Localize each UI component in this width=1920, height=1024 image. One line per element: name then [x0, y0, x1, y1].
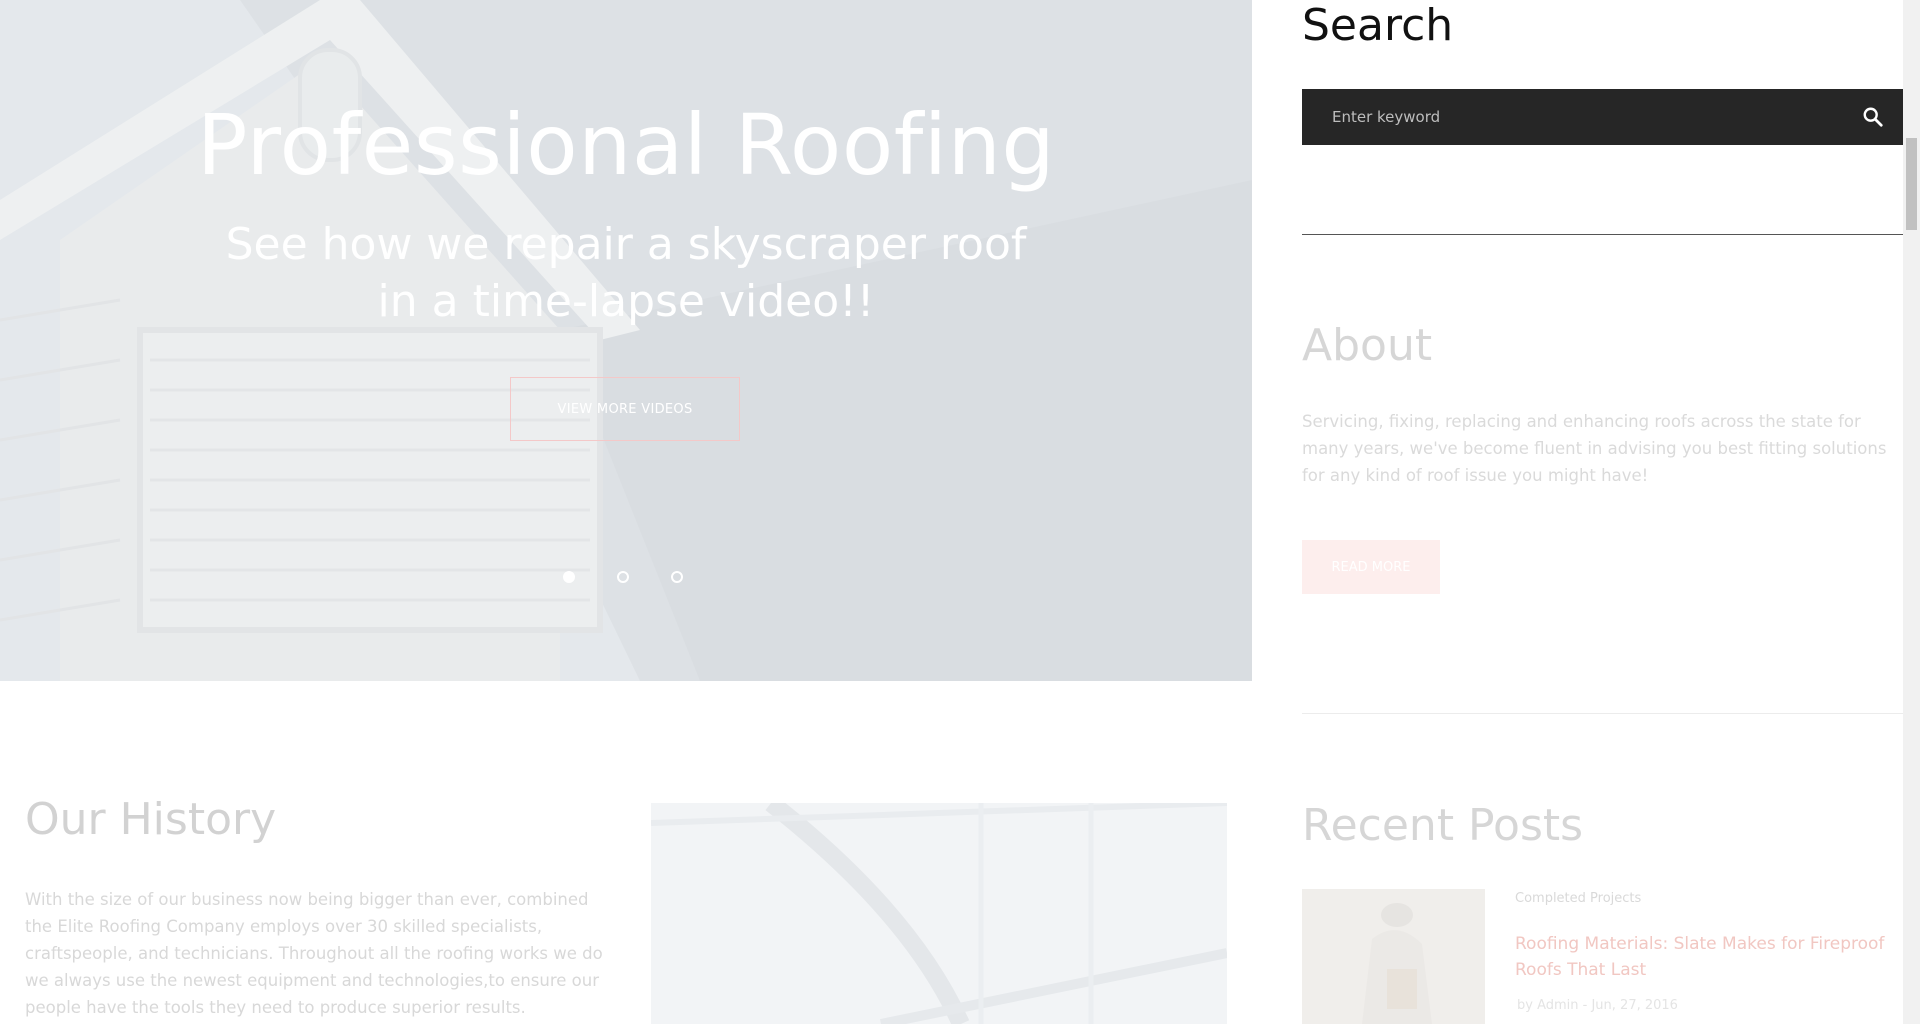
search-input[interactable] [1302, 89, 1843, 145]
post-thumbnail[interactable] [1302, 889, 1485, 1024]
view-more-videos-button[interactable]: VIEW MORE VIDEOS [510, 377, 740, 441]
history-image [651, 803, 1227, 1024]
recent-posts-heading: Recent Posts [1302, 800, 1584, 851]
sidebar-divider [1302, 234, 1903, 235]
post-category[interactable]: Completed Projects [1515, 891, 1641, 906]
search-icon [1863, 107, 1883, 127]
glass-roof-image [651, 803, 1227, 1024]
hero-subtitle: See how we repair a skyscraper roof in a… [225, 219, 1027, 327]
history-text: With the size of our business now being … [25, 890, 603, 1017]
search-button[interactable] [1843, 89, 1903, 145]
post-meta: by Admin - Jun, 27, 2016 [1517, 998, 1678, 1013]
slider-dot-3[interactable] [671, 571, 683, 583]
slider-pagination [563, 571, 683, 583]
history-heading: Our History [25, 794, 277, 845]
hero-slider: Professional Roofing See how we repair a… [0, 0, 1252, 681]
about-text: Servicing, fixing, replacing and enhanci… [1302, 412, 1887, 485]
page-scrollbar[interactable] [1903, 0, 1920, 1024]
scrollbar-thumb[interactable] [1906, 138, 1917, 230]
slider-dot-1[interactable] [563, 571, 575, 583]
about-heading: About [1302, 320, 1433, 371]
slider-dot-2[interactable] [617, 571, 629, 583]
hero-title: Professional Roofing [196, 96, 1056, 194]
sidebar-divider [1302, 713, 1903, 714]
search-heading: Search [1302, 0, 1454, 51]
read-more-button[interactable]: READ MORE [1302, 540, 1440, 594]
search-form [1302, 89, 1903, 145]
post-title-link[interactable]: Roofing Materials: Slate Makes for Firep… [1515, 931, 1895, 983]
roofer-image [1302, 889, 1485, 1024]
